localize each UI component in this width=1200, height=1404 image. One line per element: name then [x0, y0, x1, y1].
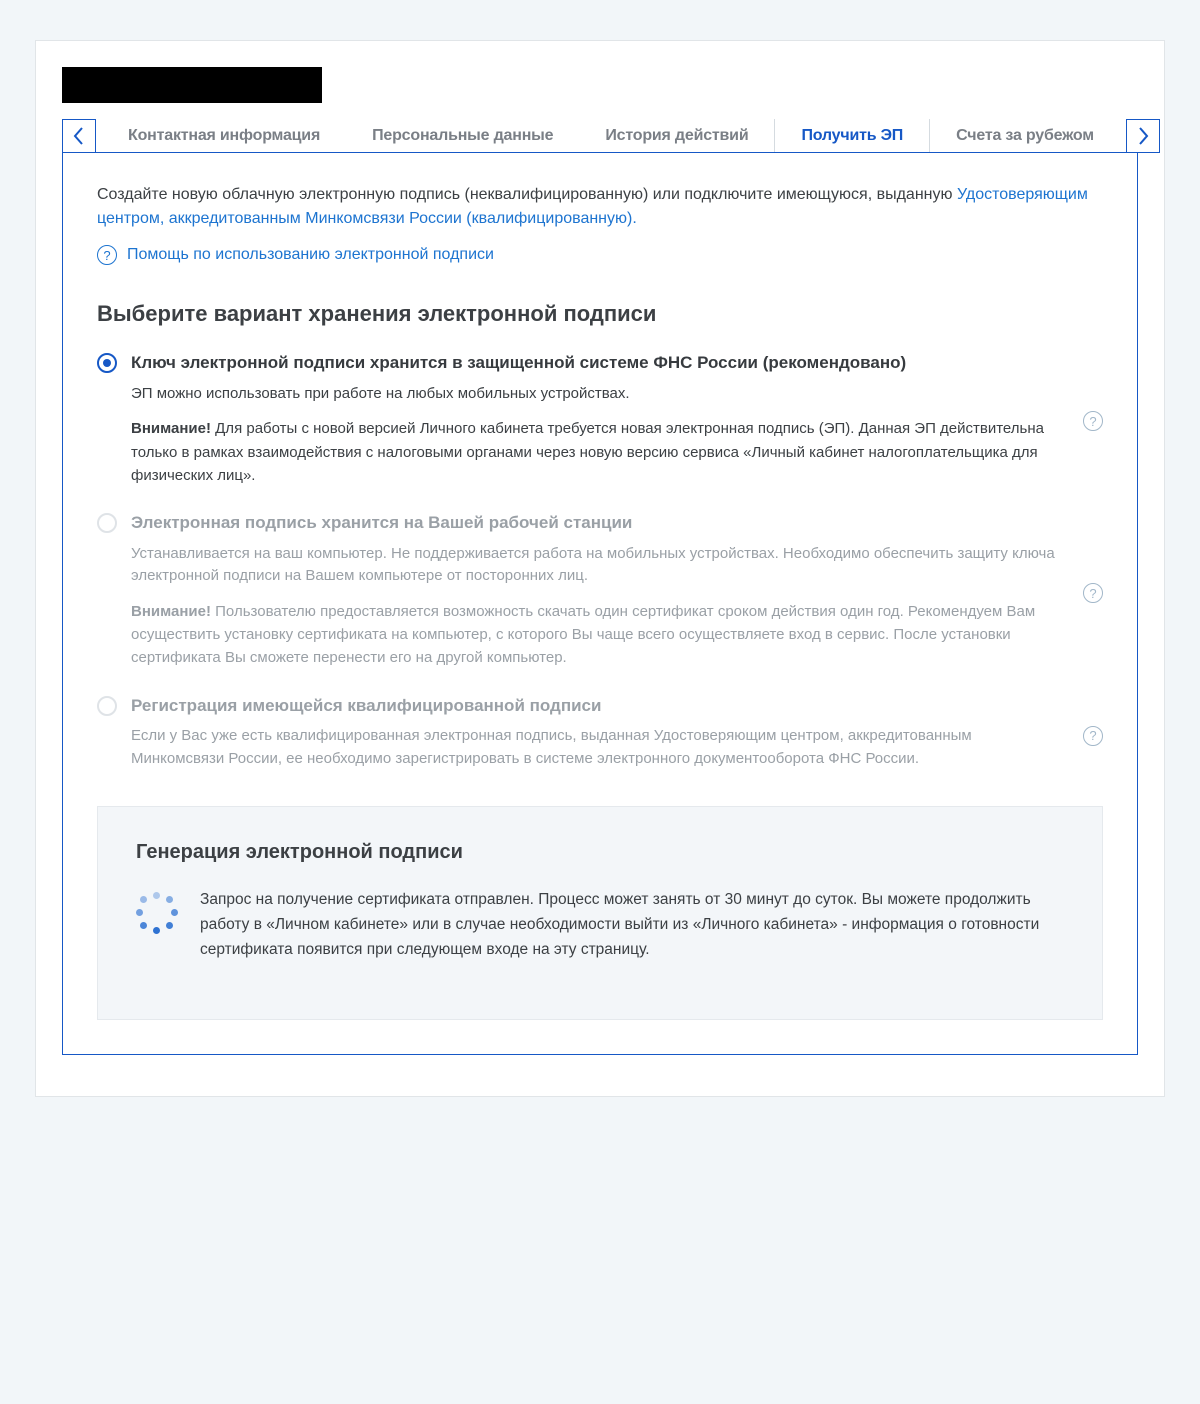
tabs-row: Контактная информация Персональные данны… [36, 119, 1164, 153]
option-title: Регистрация имеющейся квалифицированной … [131, 694, 1067, 718]
section-heading: Выберите вариант хранения электронной по… [97, 301, 1103, 327]
tabs-next-button[interactable] [1126, 119, 1160, 153]
tab-contact-info[interactable]: Контактная информация [102, 119, 346, 153]
option-desc: Устанавливается на ваш компьютер. Не под… [131, 543, 1067, 588]
content-frame: Создайте новую облачную электронную подп… [62, 152, 1138, 1055]
help-icon: ? [1083, 583, 1103, 603]
radio-selected-icon[interactable] [97, 353, 117, 373]
warn-label: Внимание! [131, 603, 211, 620]
spinner-icon [136, 892, 178, 934]
tab-history[interactable]: История действий [579, 119, 774, 153]
chevron-left-icon [73, 126, 85, 146]
option-help-button[interactable]: ? [1083, 411, 1103, 431]
chevron-right-icon [1137, 126, 1149, 146]
tab-personal-data[interactable]: Персональные данные [346, 119, 579, 153]
storage-option-fns[interactable]: Ключ электронной подписи хранится в защи… [97, 351, 1103, 487]
intro-text: Создайте новую облачную электронную подп… [97, 183, 1103, 231]
intro-plain: Создайте новую облачную электронную подп… [97, 186, 957, 203]
storage-option-register-existing[interactable]: Регистрация имеющейся квалифицированной … [97, 694, 1103, 783]
radio-unselected-icon[interactable] [97, 696, 117, 716]
help-icon: ? [1083, 411, 1103, 431]
option-warning: Внимание! Пользователю предоставляется в… [131, 600, 1067, 670]
help-icon: ? [97, 245, 117, 265]
tabs-list: Контактная информация Персональные данны… [96, 119, 1126, 153]
help-line[interactable]: ? Помощь по использованию электронной по… [97, 245, 1103, 265]
option-help-button[interactable]: ? [1083, 726, 1103, 746]
option-body: Электронная подпись хранится на Вашей ра… [131, 511, 1067, 670]
generation-title: Генерация электронной подписи [136, 841, 1064, 864]
tabs-prev-button[interactable] [62, 119, 96, 153]
warn-text: Для работы с новой версией Личного кабин… [131, 420, 1044, 484]
main-card: Контактная информация Персональные данны… [35, 40, 1165, 1097]
redacted-header [62, 67, 322, 103]
help-link-text: Помощь по использованию электронной подп… [127, 246, 494, 264]
warn-label: Внимание! [131, 420, 211, 437]
option-warning: Внимание! Для работы с новой версией Лич… [131, 417, 1067, 487]
warn-text: Пользователю предоставляется возможность… [131, 603, 1035, 667]
option-title: Электронная подпись хранится на Вашей ра… [131, 511, 1067, 535]
storage-option-workstation[interactable]: Электронная подпись хранится на Вашей ра… [97, 511, 1103, 670]
radio-unselected-icon[interactable] [97, 513, 117, 533]
option-title: Ключ электронной подписи хранится в защи… [131, 351, 1067, 375]
option-body: Регистрация имеющейся квалифицированной … [131, 694, 1067, 783]
generation-text: Запрос на получение сертификата отправле… [200, 888, 1064, 962]
option-help-button[interactable]: ? [1083, 583, 1103, 603]
option-desc: Если у Вас уже есть квалифицированная эл… [131, 725, 1067, 770]
tab-foreign-accounts[interactable]: Счета за рубежом [930, 119, 1120, 153]
option-desc: ЭП можно использовать при работе на любы… [131, 383, 1067, 406]
generation-status-box: Генерация электронной подписи Запрос на … [97, 806, 1103, 1019]
tab-get-signature[interactable]: Получить ЭП [774, 119, 930, 153]
help-icon: ? [1083, 726, 1103, 746]
option-body: Ключ электронной подписи хранится в защи… [131, 351, 1067, 487]
